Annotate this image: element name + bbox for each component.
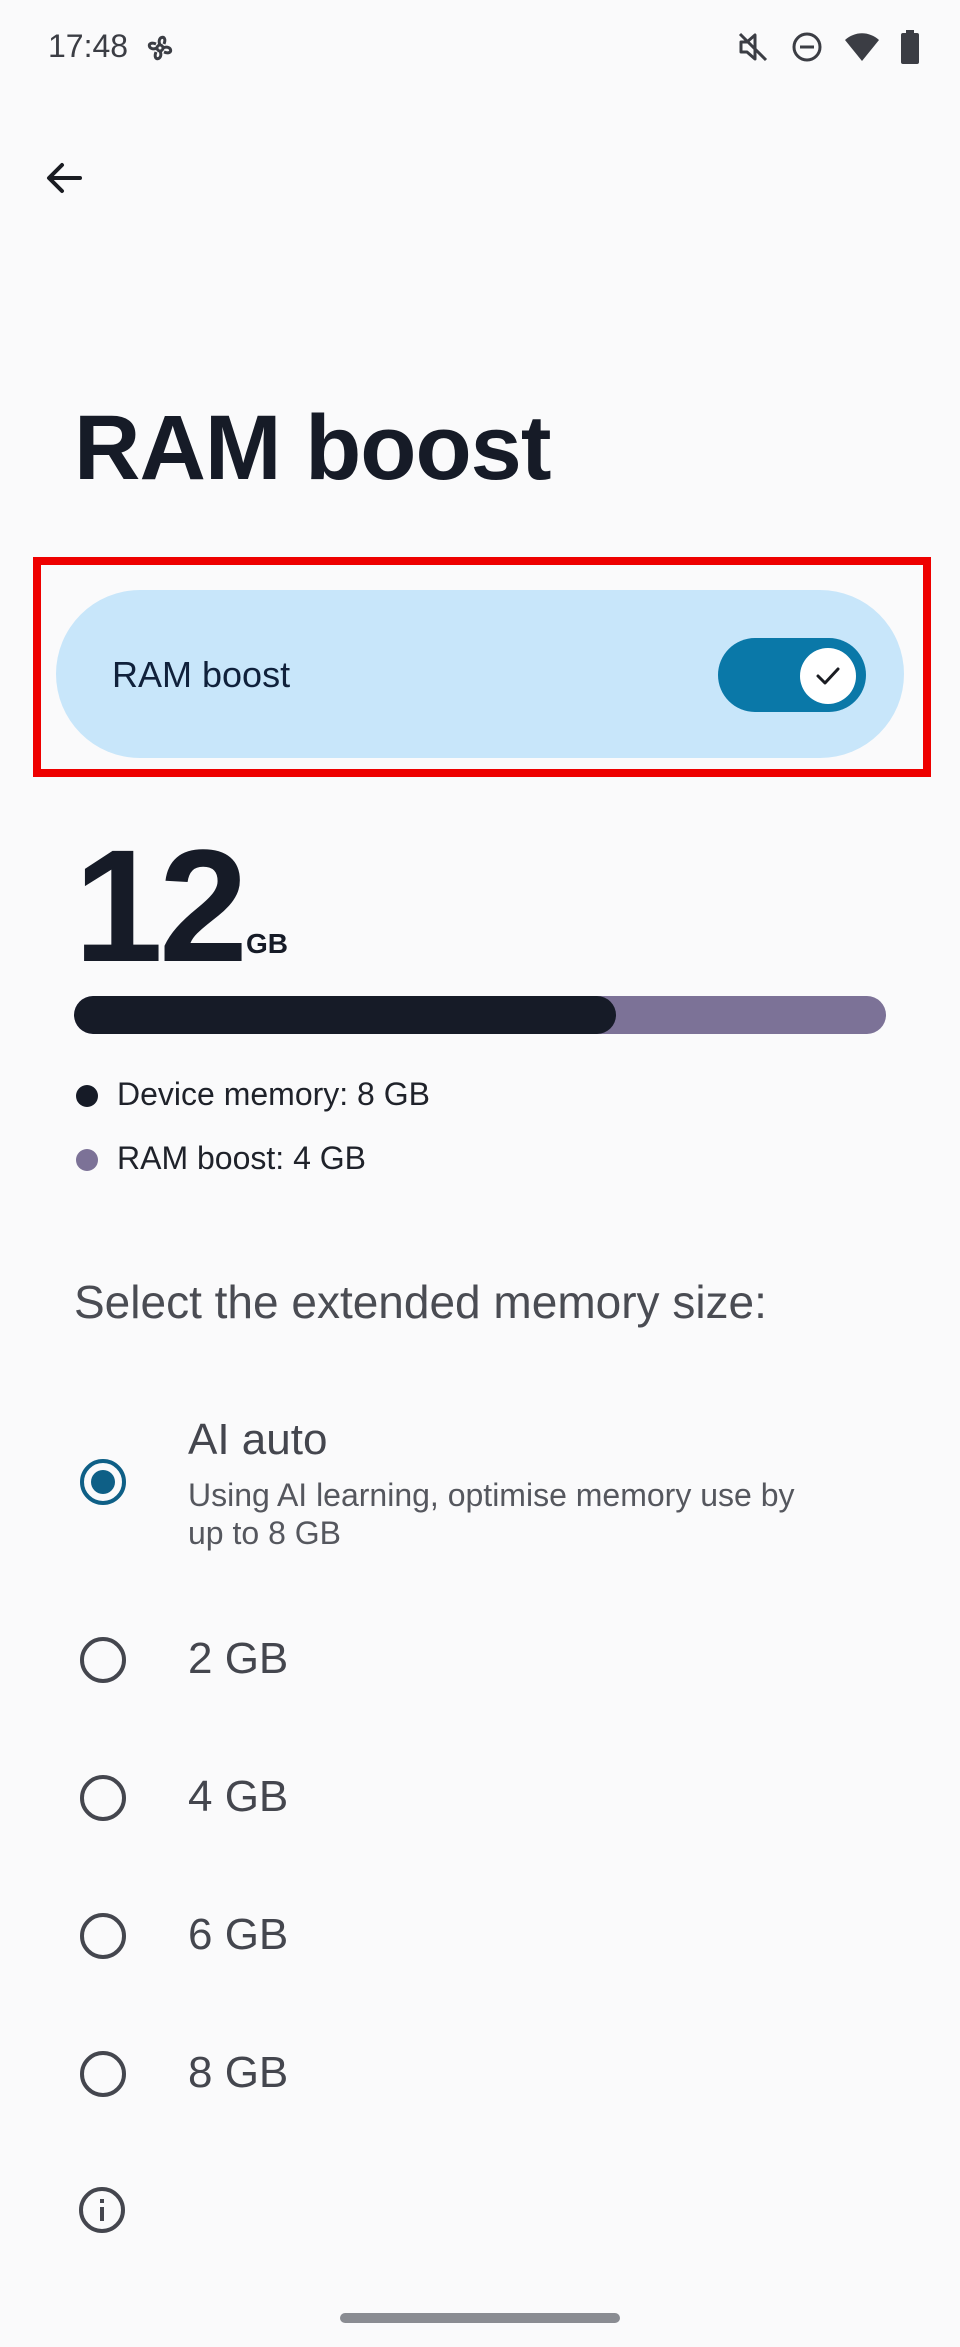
do-not-disturb-icon	[790, 30, 824, 64]
radio-ai-auto[interactable]	[80, 1459, 126, 1505]
back-button[interactable]	[36, 150, 92, 206]
radio-6gb[interactable]	[80, 1913, 126, 1959]
option-ai-auto-description: Using AI learning, optimise memory use b…	[188, 1477, 795, 1551]
option-4gb-label: 4 GB	[188, 1772, 289, 1821]
ram-boost-toggle-label: RAM boost	[112, 654, 291, 695]
ram-boost-legend-dot	[76, 1149, 98, 1171]
status-time: 17:48	[48, 28, 129, 64]
device-memory-segment	[74, 996, 616, 1034]
home-indicator[interactable]	[340, 2313, 620, 2323]
option-6gb-label: 6 GB	[188, 1910, 289, 1959]
status-icons	[736, 30, 920, 64]
device-memory-legend-dot	[76, 1085, 98, 1107]
mute-icon	[736, 30, 770, 64]
ram-boost-legend-label: RAM boost: 4 GB	[117, 1140, 366, 1176]
memory-total-unit: GB	[246, 928, 288, 959]
battery-icon	[900, 30, 920, 64]
radio-8gb[interactable]	[80, 2051, 126, 2097]
wifi-icon	[844, 31, 880, 63]
memory-size-heading: Select the extended memory size:	[74, 1276, 767, 1328]
fan-icon	[142, 30, 178, 66]
memory-usage-bar	[74, 996, 886, 1034]
page-title: RAM boost	[74, 397, 551, 499]
radio-2gb[interactable]	[80, 1637, 126, 1683]
option-8gb-label: 8 GB	[188, 2048, 289, 2097]
option-ai-auto-title: AI auto	[188, 1415, 328, 1464]
memory-total-value: 12	[74, 816, 248, 995]
radio-4gb[interactable]	[80, 1775, 126, 1821]
device-memory-legend-label: Device memory: 8 GB	[117, 1076, 430, 1112]
switch-thumb	[800, 648, 856, 704]
checkmark-icon	[816, 667, 840, 685]
info-icon	[78, 2186, 126, 2234]
option-2gb-label: 2 GB	[188, 1634, 289, 1683]
back-arrow-icon	[47, 163, 82, 193]
